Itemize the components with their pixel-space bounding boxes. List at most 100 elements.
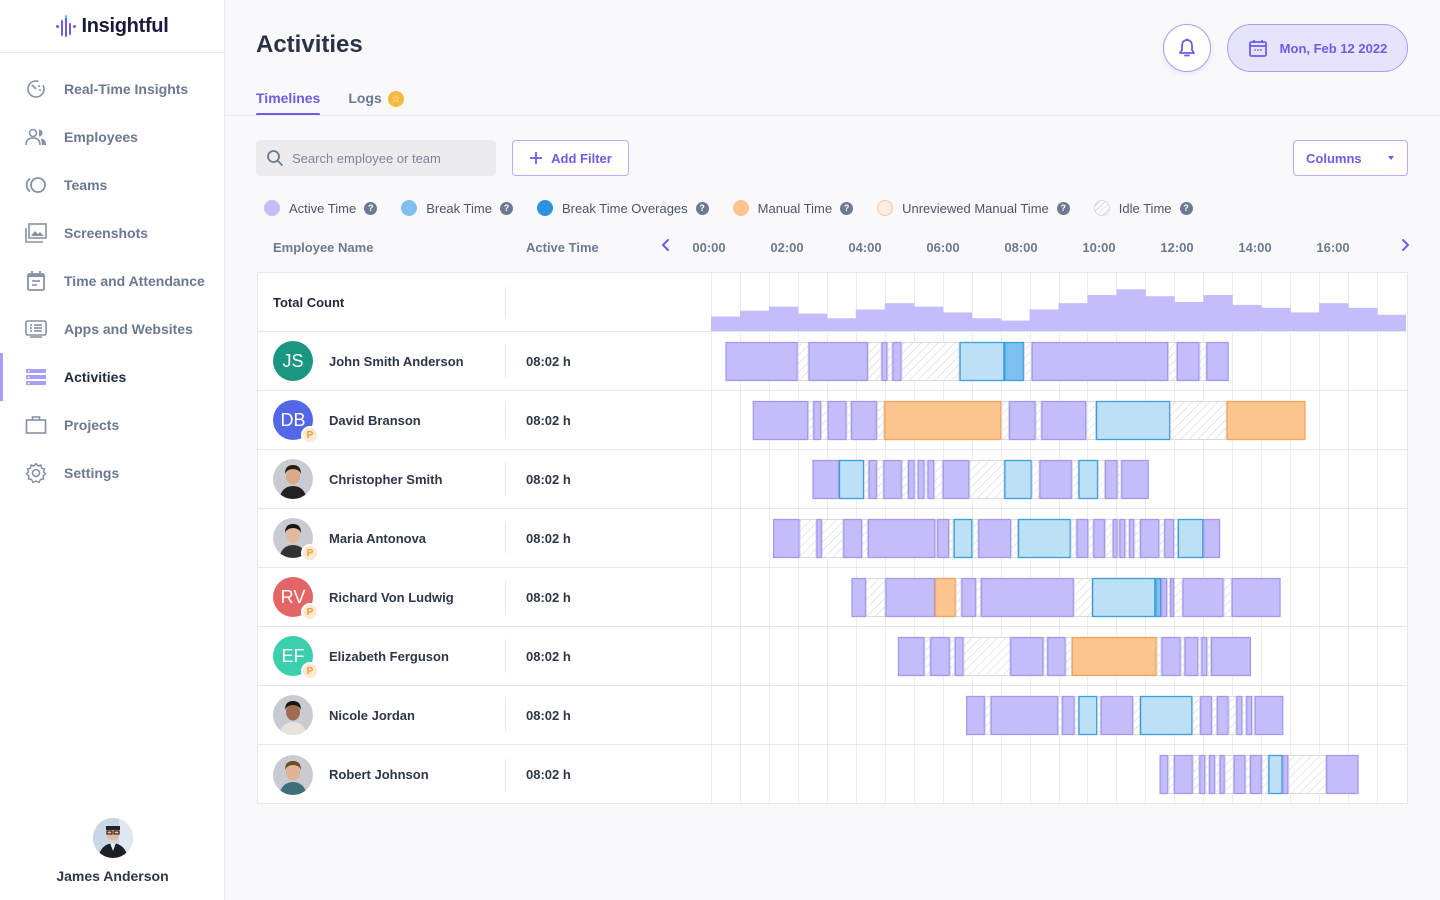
- timeline-segment-active[interactable]: [917, 459, 925, 500]
- timeline-segment-active[interactable]: [1326, 754, 1359, 795]
- timeline-segment-active[interactable]: [1119, 518, 1126, 559]
- timeline-segment-idle[interactable]: [1105, 519, 1113, 558]
- timeline-segment-idle[interactable]: [1011, 519, 1019, 558]
- timeline-segment-active[interactable]: [1104, 459, 1118, 500]
- timeline-segment-idle[interactable]: [1156, 637, 1162, 676]
- timeline-segment-active[interactable]: [961, 577, 977, 618]
- timeline-segment-active[interactable]: [1206, 341, 1229, 382]
- timeline-segment-idle[interactable]: [1207, 637, 1212, 676]
- timeline-segment-manual[interactable]: [934, 577, 956, 618]
- timeline-segment-break[interactable]: [1078, 459, 1099, 500]
- timeline-segment-active[interactable]: [812, 459, 840, 500]
- timeline-segment-active[interactable]: [885, 577, 936, 618]
- timeline-segment-idle[interactable]: [1192, 755, 1200, 794]
- timeline-segment-active[interactable]: [1010, 636, 1044, 677]
- timeline-segment-break[interactable]: [959, 341, 1005, 382]
- timeline-segment-active[interactable]: [1164, 518, 1175, 559]
- timeline-segment-break[interactable]: [1078, 695, 1098, 736]
- timeline-segment-active[interactable]: [1176, 341, 1200, 382]
- employee-row[interactable]: P Maria Antonova 08:02 h: [258, 509, 1407, 568]
- timeline-segment-active[interactable]: [1031, 341, 1169, 382]
- timeline-segment-idle[interactable]: [963, 637, 1011, 676]
- timeline-segment-active[interactable]: [1233, 754, 1246, 795]
- employee-row[interactable]: Christopher Smith 08:02 h: [258, 450, 1407, 509]
- user-avatar[interactable]: [92, 818, 133, 858]
- employee-row[interactable]: JS John Smith Anderson 08:02 h: [258, 332, 1407, 391]
- timeline-segment-idle[interactable]: [1288, 755, 1327, 794]
- notifications-button[interactable]: [1163, 24, 1211, 72]
- timeline-segment-break[interactable]: [1177, 518, 1204, 559]
- timeline-segment-idle[interactable]: [1070, 519, 1077, 558]
- employee-name[interactable]: David Branson: [329, 413, 421, 428]
- timeline-segment-active[interactable]: [1041, 400, 1087, 441]
- timeline-segment-break[interactable]: [1268, 754, 1283, 795]
- timeline-segment-idle[interactable]: [846, 401, 852, 440]
- timeline-segment-active[interactable]: [1219, 754, 1225, 795]
- timeline-segment-idle[interactable]: [1097, 696, 1101, 735]
- timeline-segment-idle[interactable]: [1098, 460, 1106, 499]
- sidebar-item-projects[interactable]: Projects: [0, 401, 224, 449]
- timeline-next-button[interactable]: [1400, 238, 1410, 257]
- timeline-segment-active[interactable]: [1282, 754, 1289, 795]
- add-filter-button[interactable]: Add Filter: [512, 140, 629, 176]
- tab-logs[interactable]: Logs ☆: [348, 88, 404, 116]
- timeline-segment-active[interactable]: [1139, 518, 1160, 559]
- avatar[interactable]: DB P: [273, 400, 319, 444]
- search-input[interactable]: [292, 150, 482, 166]
- timeline-segment-idle[interactable]: [1174, 578, 1183, 617]
- avatar[interactable]: [273, 459, 313, 499]
- timeline-segment-idle[interactable]: [1168, 342, 1177, 381]
- timeline-segment-active[interactable]: [1169, 577, 1175, 618]
- timeline-segment-idle[interactable]: [949, 637, 955, 676]
- employee-name[interactable]: Maria Antonova: [329, 531, 426, 546]
- logo[interactable]: Insightful: [0, 0, 224, 53]
- timeline-segment-idle[interactable]: [935, 519, 938, 558]
- timeline-segment-overage[interactable]: [1155, 577, 1162, 618]
- timeline-segment-active[interactable]: [1061, 695, 1075, 736]
- employee-row[interactable]: EF P Elizabeth Ferguson 08:02 h: [258, 627, 1407, 686]
- timeline-segment-idle[interactable]: [864, 460, 869, 499]
- timeline-segment-active[interactable]: [1121, 459, 1149, 500]
- timeline-segment-active[interactable]: [897, 636, 925, 677]
- timeline-segment-active[interactable]: [1200, 695, 1213, 736]
- timeline-segment-active[interactable]: [907, 459, 915, 500]
- employee-name[interactable]: Richard Von Ludwig: [329, 590, 454, 605]
- timeline-segment-idle[interactable]: [821, 401, 828, 440]
- timeline-segment-idle[interactable]: [924, 637, 931, 676]
- timeline-segment-active[interactable]: [827, 400, 847, 441]
- timeline-segment-active[interactable]: [978, 518, 1012, 559]
- timeline-segment-manual[interactable]: [1071, 636, 1157, 677]
- timeline-segment-active[interactable]: [883, 459, 902, 500]
- timeline-segment-active[interactable]: [1093, 518, 1106, 559]
- employee-name[interactable]: Robert Johnson: [329, 767, 429, 782]
- timeline-segment-active[interactable]: [868, 459, 878, 500]
- tab-timelines[interactable]: Timelines: [256, 88, 321, 116]
- timeline-segment-active[interactable]: [816, 518, 823, 559]
- timeline-segment-idle[interactable]: [1180, 637, 1185, 676]
- timeline-segment-idle[interactable]: [1035, 401, 1042, 440]
- timeline-segment-active[interactable]: [927, 459, 935, 500]
- timeline-segment-idle[interactable]: [934, 460, 943, 499]
- search-box[interactable]: [256, 140, 496, 176]
- timeline-segment-idle[interactable]: [799, 519, 817, 558]
- timeline-segment-idle[interactable]: [1088, 519, 1094, 558]
- employee-name[interactable]: Elizabeth Ferguson: [329, 649, 449, 664]
- timeline-segment-idle[interactable]: [1086, 401, 1097, 440]
- timeline-segment-break[interactable]: [1091, 577, 1156, 618]
- timeline-segment-active[interactable]: [1210, 636, 1252, 677]
- timeline-segment-active[interactable]: [1249, 754, 1262, 795]
- timeline-segment-active[interactable]: [1236, 695, 1243, 736]
- timeline-segment-active[interactable]: [850, 400, 878, 441]
- columns-dropdown[interactable]: Columns: [1293, 140, 1408, 176]
- timeline-segment-manual[interactable]: [884, 400, 1002, 441]
- timeline-segment-active[interactable]: [1100, 695, 1134, 736]
- timeline-segment-active[interactable]: [1184, 636, 1199, 677]
- timeline-segment-active[interactable]: [980, 577, 1074, 618]
- timeline-segment-active[interactable]: [1159, 754, 1169, 795]
- timeline-segment-idle[interactable]: [1134, 519, 1141, 558]
- timeline-segment-idle[interactable]: [975, 578, 981, 617]
- timeline-segment-idle[interactable]: [901, 342, 960, 381]
- timeline-prev-button[interactable]: [661, 238, 671, 257]
- help-icon[interactable]: ?: [840, 201, 854, 215]
- timeline-segment-idle[interactable]: [1205, 755, 1210, 794]
